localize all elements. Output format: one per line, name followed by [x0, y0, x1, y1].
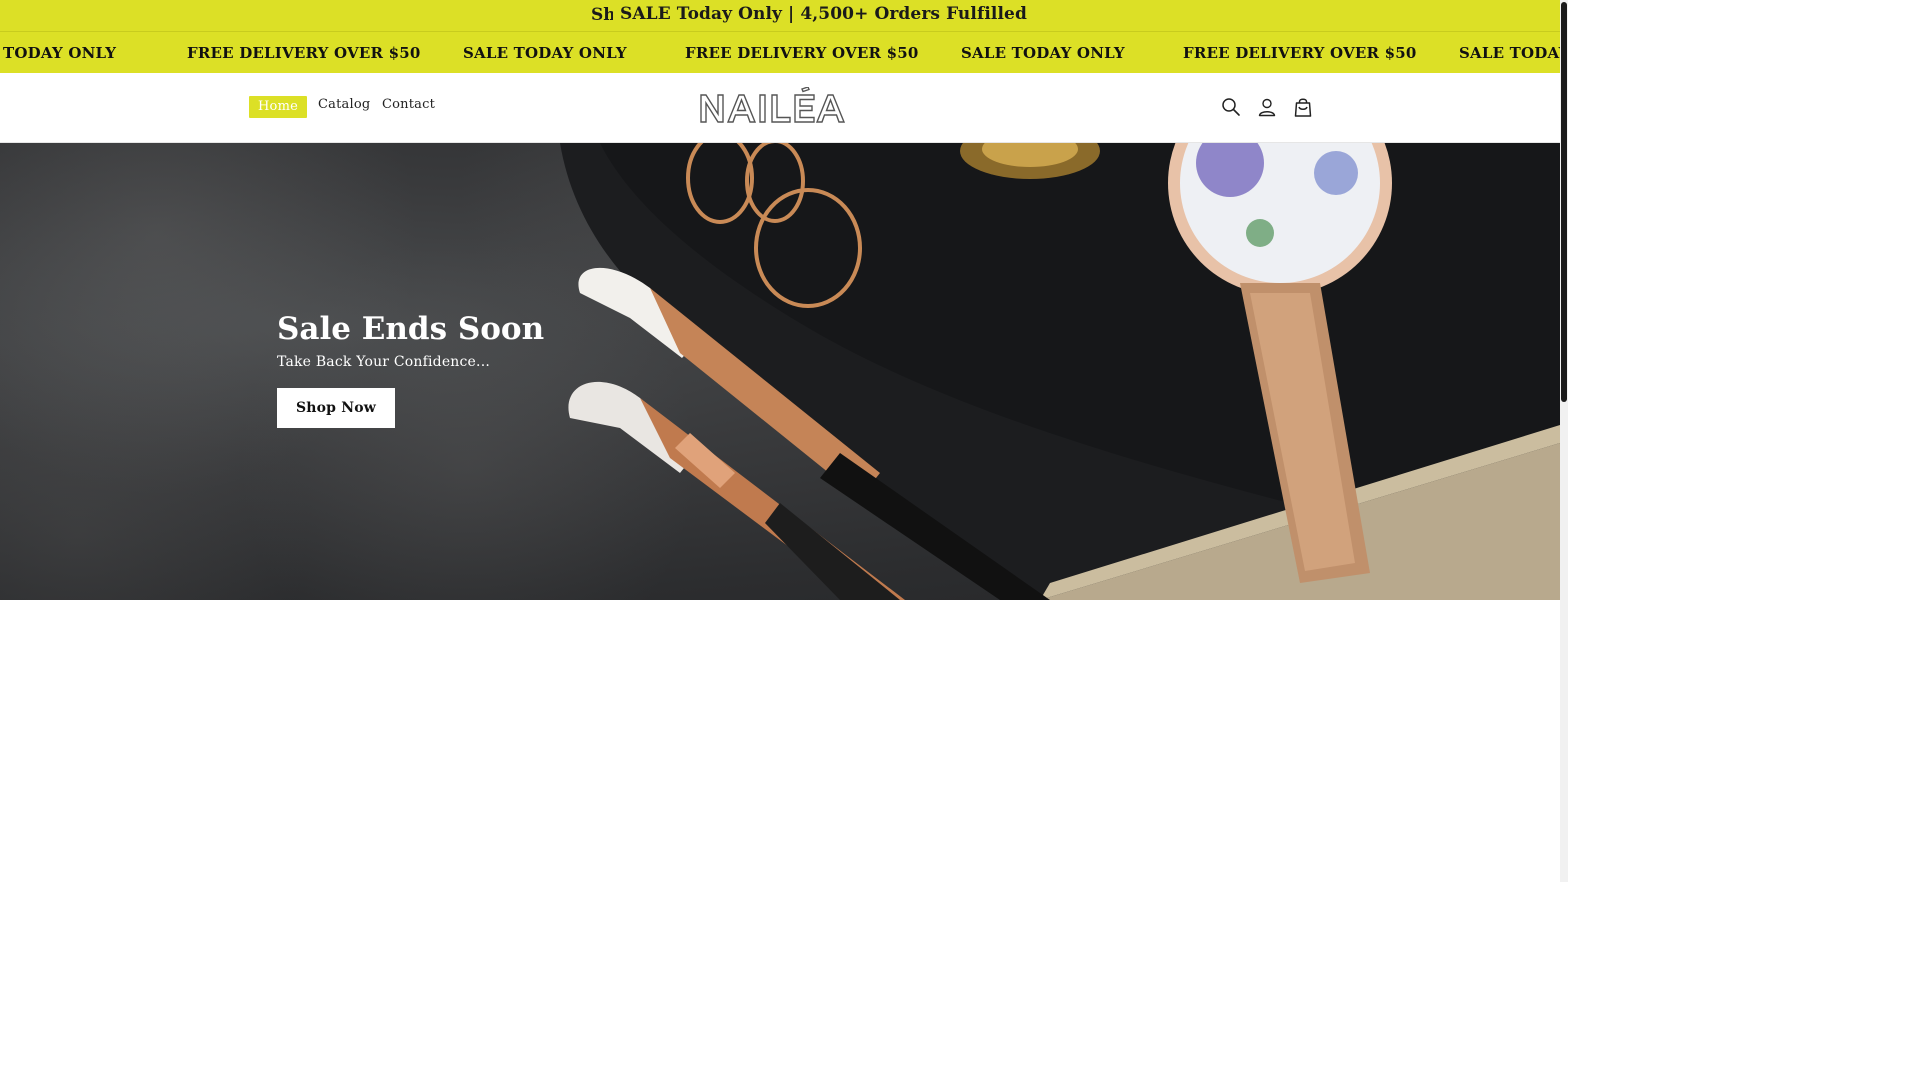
scrollbar[interactable] — [1560, 0, 1568, 882]
announcement-bar: Shop SALE Today Only | 4,500+ Orders Ful… — [0, 0, 1560, 31]
marquee-bar: E TODAY ONLY FREE DELIVERY OVER $50 SALE… — [0, 31, 1560, 73]
nav-catalog[interactable]: Catalog — [318, 97, 370, 112]
scrollbar-thumb[interactable] — [1561, 2, 1567, 402]
shop-now-button[interactable]: Shop Now — [277, 388, 395, 428]
marquee-item: FREE DELIVERY OVER $50 — [1183, 44, 1417, 62]
site-header: Home Catalog Contact — [0, 73, 1560, 143]
hero-banner: Sale Ends Soon Take Back Your Confidence… — [0, 143, 1560, 600]
cart-icon[interactable] — [1291, 95, 1315, 119]
search-icon[interactable] — [1219, 95, 1243, 119]
marquee-item: SALE TODAY ONLY — [961, 44, 1125, 62]
hero-title: Sale Ends Soon — [277, 311, 545, 347]
nav-home[interactable]: Home — [249, 96, 307, 118]
hero-image — [560, 143, 1560, 600]
marquee-item: SALE TODAY ONLY — [463, 44, 627, 62]
marquee-item: FREE DELIVERY OVER $50 — [685, 44, 919, 62]
announcement-message[interactable]: SALE Today Only | 4,500+ Orders Fulfille… — [620, 4, 1027, 24]
nav-contact[interactable]: Contact — [382, 97, 435, 112]
marquee-item: SALE TODAY — [1459, 44, 1560, 62]
marquee-item: FREE DELIVERY OVER $50 — [187, 44, 421, 62]
marquee-item: E TODAY ONLY — [0, 44, 117, 62]
brand-logo[interactable] — [698, 87, 854, 127]
hero-subtitle: Take Back Your Confidence... — [277, 354, 490, 370]
account-icon[interactable] — [1255, 95, 1279, 119]
announcement-ghost-text: Shop — [591, 5, 613, 25]
